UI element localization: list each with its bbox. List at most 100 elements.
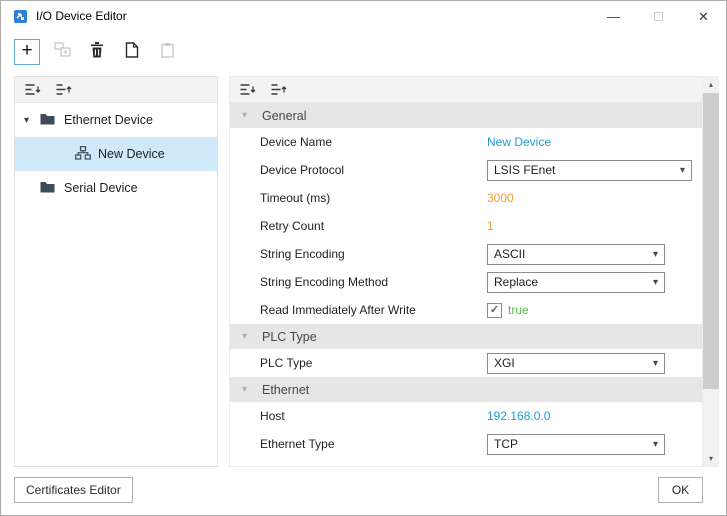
property-panel: ▾ General Device Name New Device Device … bbox=[229, 76, 703, 467]
certificates-editor-button[interactable]: Certificates Editor bbox=[14, 477, 133, 503]
section-title: Ethernet bbox=[262, 383, 309, 397]
paste-icon bbox=[161, 42, 174, 63]
folder-icon bbox=[40, 181, 55, 196]
window-title: I/O Device Editor bbox=[36, 9, 127, 23]
property-label: Device Name bbox=[260, 135, 487, 149]
chevron-down-icon: ▾ bbox=[653, 358, 658, 369]
read-immediately-value: true bbox=[508, 303, 529, 317]
copy-icon bbox=[125, 42, 139, 63]
read-immediately-checkbox[interactable]: ✓ bbox=[487, 303, 502, 318]
port-value[interactable]: 2004 bbox=[487, 465, 514, 467]
section-title: General bbox=[262, 109, 306, 123]
add-group-button bbox=[49, 39, 75, 65]
property-label: Port bbox=[260, 465, 487, 467]
property-row-host: Host 192.168.0.0 bbox=[230, 402, 702, 430]
trash-icon bbox=[90, 42, 104, 63]
property-label: String Encoding Method bbox=[260, 275, 487, 289]
tree-item-label: New Device bbox=[98, 147, 165, 161]
property-label: Device Protocol bbox=[260, 163, 487, 177]
string-encoding-dropdown[interactable]: ASCII ▾ bbox=[487, 244, 665, 265]
property-label: Ethernet Type bbox=[260, 437, 487, 451]
minimize-button[interactable]: — bbox=[591, 1, 636, 31]
expand-all-icon[interactable] bbox=[55, 82, 73, 98]
minimize-icon: — bbox=[607, 10, 620, 23]
expand-all-icon[interactable] bbox=[270, 82, 288, 98]
dropdown-value: XGI bbox=[494, 356, 515, 370]
dropdown-value: TCP bbox=[494, 437, 518, 451]
vertical-scrollbar[interactable]: ▴ ▾ bbox=[703, 76, 719, 467]
host-value[interactable]: 192.168.0.0 bbox=[487, 409, 550, 423]
close-button[interactable]: ✕ bbox=[681, 1, 726, 31]
property-row-read-immediately: Read Immediately After Write ✓ true bbox=[230, 296, 702, 324]
dropdown-value: LSIS FEnet bbox=[494, 163, 555, 177]
property-row-plc-type: PLC Type XGI ▾ bbox=[230, 349, 702, 377]
property-row-string-encoding-method: String Encoding Method Replace ▾ bbox=[230, 268, 702, 296]
section-expander-icon: ▾ bbox=[242, 384, 262, 395]
close-icon: ✕ bbox=[698, 10, 709, 23]
string-encoding-method-dropdown[interactable]: Replace ▾ bbox=[487, 272, 665, 293]
delete-button[interactable] bbox=[84, 39, 110, 65]
chevron-down-icon: ▾ bbox=[680, 165, 685, 176]
property-label: String Encoding bbox=[260, 247, 487, 261]
add-group-icon bbox=[54, 42, 71, 62]
collapse-all-icon[interactable] bbox=[24, 82, 42, 98]
dropdown-value: Replace bbox=[494, 275, 538, 289]
section-title: PLC Type bbox=[262, 330, 317, 344]
retry-count-value[interactable]: 1 bbox=[487, 219, 494, 233]
section-expander-icon: ▾ bbox=[242, 331, 262, 342]
scrollbar-thumb[interactable] bbox=[703, 93, 719, 389]
property-row-device-protocol: Device Protocol LSIS FEnet ▾ bbox=[230, 156, 702, 184]
main-toolbar: + bbox=[14, 39, 180, 65]
folder-icon bbox=[40, 113, 55, 128]
ok-button[interactable]: OK bbox=[658, 477, 703, 503]
tree-item-ethernet-device[interactable]: ▾ Ethernet Device bbox=[15, 103, 217, 137]
tree-item-label: Ethernet Device bbox=[64, 113, 153, 127]
copy-button[interactable] bbox=[119, 39, 145, 65]
titlebar: I/O Device Editor — ✕ bbox=[1, 1, 726, 31]
plus-icon: + bbox=[21, 40, 32, 62]
property-label: PLC Type bbox=[260, 356, 487, 370]
chevron-down-icon: ▾ bbox=[653, 277, 658, 288]
section-header-plc-type[interactable]: ▾ PLC Type bbox=[230, 324, 702, 349]
timeout-value[interactable]: 3000 bbox=[487, 191, 514, 205]
device-protocol-dropdown[interactable]: LSIS FEnet ▾ bbox=[487, 160, 692, 181]
paste-button bbox=[154, 39, 180, 65]
check-icon: ✓ bbox=[490, 305, 499, 316]
property-row-port: Port 2004 bbox=[230, 458, 702, 467]
ethernet-type-dropdown[interactable]: TCP ▾ bbox=[487, 434, 665, 455]
device-tree: ▾ Ethernet Device New Device Serial Devi… bbox=[15, 103, 217, 205]
tree-item-serial-device[interactable]: Serial Device bbox=[15, 171, 217, 205]
property-panel-toolbar bbox=[230, 77, 702, 103]
property-label: Timeout (ms) bbox=[260, 191, 487, 205]
add-device-button[interactable]: + bbox=[14, 39, 40, 65]
section-expander-icon: ▾ bbox=[242, 110, 262, 121]
property-row-string-encoding: String Encoding ASCII ▾ bbox=[230, 240, 702, 268]
network-device-icon bbox=[75, 146, 91, 163]
window-controls: — ✕ bbox=[591, 1, 726, 31]
tree-panel-toolbar bbox=[15, 77, 217, 103]
property-label: Read Immediately After Write bbox=[260, 303, 487, 317]
property-row-retry-count: Retry Count 1 bbox=[230, 212, 702, 240]
property-label: Retry Count bbox=[260, 219, 487, 233]
app-icon bbox=[12, 8, 28, 24]
chevron-down-icon: ▾ bbox=[653, 249, 658, 260]
property-label: Host bbox=[260, 409, 487, 423]
section-header-general[interactable]: ▾ General bbox=[230, 103, 702, 128]
device-name-value[interactable]: New Device bbox=[487, 135, 551, 149]
device-tree-panel: ▾ Ethernet Device New Device Serial Devi… bbox=[14, 76, 218, 467]
tree-item-new-device[interactable]: New Device bbox=[15, 137, 217, 171]
collapse-all-icon[interactable] bbox=[239, 82, 257, 98]
tree-item-label: Serial Device bbox=[64, 181, 138, 195]
tree-expander-icon[interactable]: ▾ bbox=[24, 115, 40, 126]
property-row-timeout: Timeout (ms) 3000 bbox=[230, 184, 702, 212]
section-header-ethernet[interactable]: ▾ Ethernet bbox=[230, 377, 702, 402]
scroll-down-icon[interactable]: ▾ bbox=[703, 450, 719, 467]
maximize-icon bbox=[654, 12, 663, 21]
maximize-button bbox=[636, 1, 681, 31]
property-grid: ▾ General Device Name New Device Device … bbox=[230, 103, 702, 467]
scroll-up-icon[interactable]: ▴ bbox=[703, 76, 719, 93]
property-row-device-name: Device Name New Device bbox=[230, 128, 702, 156]
dropdown-value: ASCII bbox=[494, 247, 525, 261]
property-row-ethernet-type: Ethernet Type TCP ▾ bbox=[230, 430, 702, 458]
plc-type-dropdown[interactable]: XGI ▾ bbox=[487, 353, 665, 374]
